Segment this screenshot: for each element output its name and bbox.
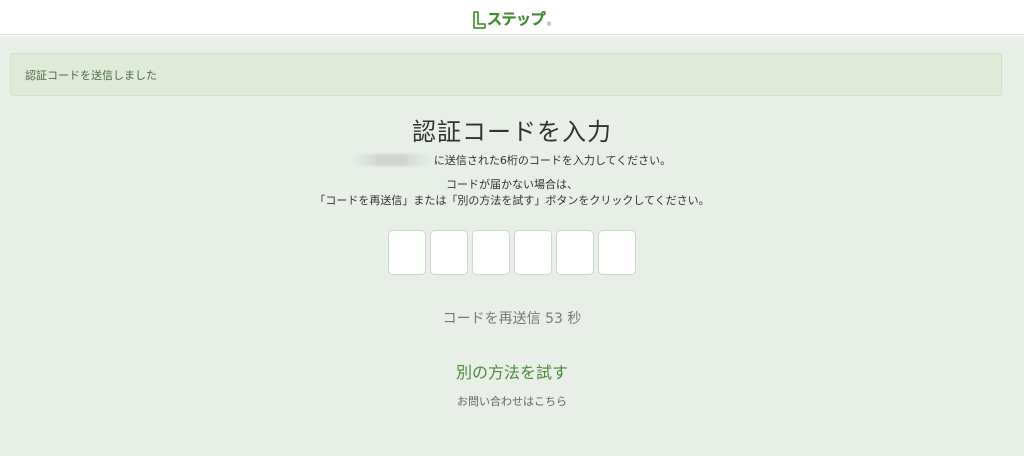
contact-link[interactable]: お問い合わせはこちら [0, 393, 1024, 409]
resend-code-button[interactable]: コードを再送信 53 秒 [0, 308, 1024, 328]
hint-line-2: 「コードを再送信」または「別の方法を試す」ボタンをクリックしてください。 [314, 194, 710, 207]
success-alert: 認証コードを送信しました [10, 53, 1002, 96]
other-method-container: 別の方法を試す [0, 359, 1024, 383]
code-digit-input-3[interactable] [472, 230, 510, 275]
main-content: 認証コードを送信しました 認証コードを入力 に送信された6桁のコードを入力してく… [0, 36, 1024, 456]
logo-registered-mark: ® [546, 21, 552, 28]
code-digit-input-6[interactable] [598, 230, 636, 275]
logo-l-icon [473, 11, 486, 29]
try-other-method-link[interactable]: 別の方法を試す [456, 363, 568, 382]
code-digit-input-1[interactable] [388, 230, 426, 275]
resend-countdown: 53 [545, 311, 563, 327]
page-title: 認証コードを入力 [412, 118, 612, 146]
code-digit-input-5[interactable] [556, 230, 594, 275]
code-digit-input-2[interactable] [430, 230, 468, 275]
alert-message: 認証コードを送信しました [25, 68, 157, 82]
sent-to-description: に送信された6桁のコードを入力してください。 [0, 152, 1024, 168]
logo-text: ステップ [486, 10, 546, 28]
masked-phone-number [352, 154, 431, 166]
header: ステップ ® [0, 0, 1024, 35]
resend-label: コードを再送信 [442, 311, 541, 327]
footer-strip [0, 456, 1024, 460]
resend-hint: コードが届かない場合は、 「コードを再送信」または「別の方法を試す」ボタンをクリ… [0, 177, 1024, 209]
code-input-group [0, 230, 1024, 275]
lstep-logo[interactable]: ステップ ® [472, 5, 552, 29]
resend-unit: 秒 [567, 311, 582, 327]
code-digit-input-4[interactable] [514, 230, 552, 275]
hint-line-1: コードが届かない場合は、 [446, 178, 578, 191]
sent-to-text: に送信された6桁のコードを入力してください。 [433, 154, 672, 167]
